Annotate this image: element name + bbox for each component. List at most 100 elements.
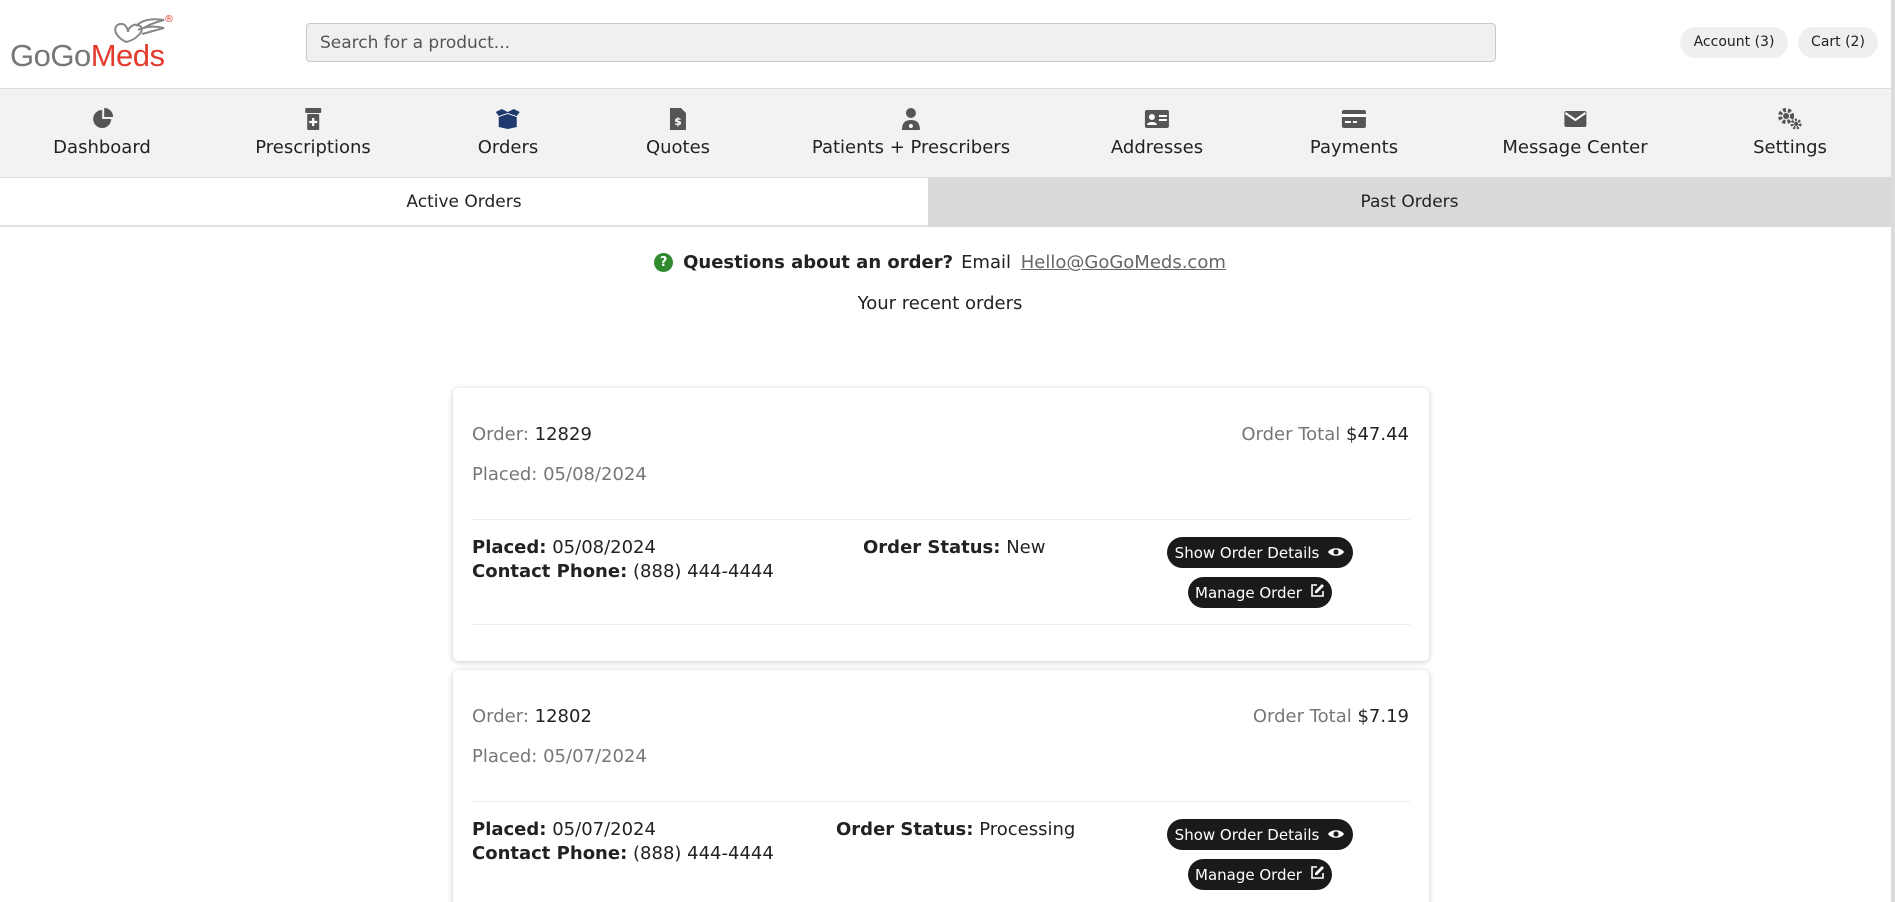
manage-order-label: Manage Order	[1195, 583, 1302, 602]
order-number-value: 12802	[534, 706, 592, 727]
order-number-value: 12829	[534, 424, 592, 445]
nav-label: Dashboard	[53, 137, 151, 158]
manage-order-label: Manage Order	[1195, 865, 1302, 884]
order-total: Order Total $47.44	[1241, 424, 1409, 445]
envelope-icon	[1563, 107, 1587, 131]
nav-item-dashboard[interactable]: Dashboard	[53, 89, 151, 177]
recent-orders-heading: Your recent orders	[857, 293, 1023, 314]
nav-item-prescriptions[interactable]: Prescriptions	[255, 89, 371, 177]
order-total: Order Total $7.19	[1253, 706, 1409, 727]
nav-label: Settings	[1753, 137, 1827, 158]
order-placed-detail: Placed: 05/08/2024	[472, 537, 656, 558]
placed-detail-date: 05/07/2024	[552, 819, 656, 840]
placed-date: 05/07/2024	[543, 746, 647, 767]
contact-phone-value: (888) 444-4444	[633, 561, 774, 582]
cart-button[interactable]: Cart (2)	[1798, 27, 1878, 58]
nav-label: Patients + Prescribers	[811, 137, 1011, 158]
eye-icon	[1327, 544, 1345, 562]
nav-item-settings[interactable]: Settings	[1753, 89, 1827, 177]
contact-phone-label: Contact Phone:	[472, 843, 628, 864]
file-invoice-dollar-icon: $	[669, 107, 687, 131]
edit-icon	[1310, 583, 1325, 602]
nav-item-quotes[interactable]: $ Quotes	[646, 89, 710, 177]
order-placed-summary: Placed: 05/07/2024	[472, 746, 647, 767]
pie-chart-icon	[91, 107, 113, 131]
manage-order-button[interactable]: Manage Order	[1188, 859, 1332, 890]
user-doctor-icon	[901, 107, 921, 131]
email-label: Email	[961, 252, 1012, 273]
eye-icon	[1327, 826, 1345, 844]
contact-phone: Contact Phone: (888) 444-4444	[472, 843, 774, 864]
question-circle-icon: ?	[654, 253, 674, 272]
order-status: Order Status: Processing	[836, 819, 1075, 840]
main-nav: Dashboard Prescriptions Orders $ Quotes …	[0, 88, 1895, 178]
placed-detail-label: Placed:	[472, 537, 547, 558]
gears-icon	[1777, 107, 1803, 131]
nav-label: Orders	[477, 137, 539, 158]
order-number: Order: 12802	[472, 706, 592, 727]
page: ® GoGoMeds Account (3) Cart (2) Dashboar…	[0, 0, 1895, 902]
support-email-link[interactable]: Hello@GoGoMeds.com	[1021, 252, 1226, 273]
manage-order-button[interactable]: Manage Order	[1188, 577, 1332, 608]
nav-label: Prescriptions	[255, 137, 371, 158]
show-order-details-button[interactable]: Show Order Details	[1167, 819, 1353, 850]
order-total-value: $7.19	[1357, 706, 1409, 727]
help-question: Questions about an order?	[683, 252, 954, 273]
order-status-value: New	[1006, 537, 1046, 558]
tab-active-orders[interactable]: Active Orders	[0, 178, 928, 227]
address-card-icon	[1144, 107, 1170, 131]
show-order-details-label: Show Order Details	[1174, 543, 1320, 562]
placed-date: 05/08/2024	[543, 464, 647, 485]
order-tabs: Active Orders Past Orders	[0, 178, 1895, 227]
account-button[interactable]: Account (3)	[1680, 27, 1788, 58]
logo[interactable]: ® GoGoMeds	[10, 14, 174, 74]
divider	[472, 519, 1410, 520]
tab-past-orders[interactable]: Past Orders	[928, 178, 1891, 227]
divider	[472, 801, 1410, 802]
order-status-label: Order Status:	[836, 819, 974, 840]
header: ® GoGoMeds Account (3) Cart (2)	[0, 0, 1895, 88]
show-order-details-button[interactable]: Show Order Details	[1167, 537, 1353, 568]
search-input[interactable]	[306, 23, 1496, 62]
order-status-value: Processing	[979, 819, 1076, 840]
divider	[472, 624, 1410, 625]
credit-card-icon	[1341, 107, 1367, 131]
order-status: Order Status: New	[863, 537, 1045, 558]
order-card: Order: 12802 Placed: 05/07/2024 Order To…	[453, 670, 1429, 902]
order-total-value: $47.44	[1346, 424, 1409, 445]
box-open-icon	[495, 107, 521, 131]
page-scrollbar[interactable]	[1891, 0, 1895, 902]
order-number: Order: 12829	[472, 424, 592, 445]
nav-label: Addresses	[1110, 137, 1204, 158]
nav-label: Quotes	[645, 137, 711, 158]
nav-item-payments[interactable]: Payments	[1310, 89, 1398, 177]
brand-gogo: GoGo	[10, 38, 91, 73]
registered-mark: ®	[164, 14, 174, 25]
svg-text:$: $	[674, 115, 682, 128]
nav-item-addresses[interactable]: Addresses	[1111, 89, 1203, 177]
contact-phone: Contact Phone: (888) 444-4444	[472, 561, 774, 582]
brand-meds: Meds	[90, 38, 165, 73]
contact-phone-label: Contact Phone:	[472, 561, 628, 582]
prescription-bottle-icon	[304, 107, 322, 131]
order-total-label: Order Total	[1252, 706, 1352, 727]
order-placed-summary: Placed: 05/08/2024	[472, 464, 647, 485]
brand-wordmark: GoGoMeds	[10, 38, 165, 74]
order-label: Order:	[472, 706, 529, 727]
nav-label: Payments	[1309, 137, 1399, 158]
placed-detail-date: 05/08/2024	[552, 537, 656, 558]
order-card: Order: 12829 Placed: 05/08/2024 Order To…	[453, 388, 1429, 661]
nav-label: Message Center	[1502, 137, 1648, 158]
order-label: Order:	[472, 424, 529, 445]
order-status-label: Order Status:	[863, 537, 1001, 558]
placed-detail-label: Placed:	[472, 819, 547, 840]
placed-label: Placed:	[472, 464, 538, 485]
order-help-line: ? Questions about an order? Email Hello@Go…	[0, 252, 1880, 273]
nav-item-patients-prescribers[interactable]: Patients + Prescribers	[812, 89, 1010, 177]
nav-item-message-center[interactable]: Message Center	[1502, 89, 1648, 177]
nav-item-orders[interactable]: Orders	[477, 89, 539, 177]
show-order-details-label: Show Order Details	[1174, 825, 1320, 844]
placed-label: Placed:	[472, 746, 538, 767]
edit-icon	[1310, 865, 1325, 884]
contact-phone-value: (888) 444-4444	[633, 843, 774, 864]
